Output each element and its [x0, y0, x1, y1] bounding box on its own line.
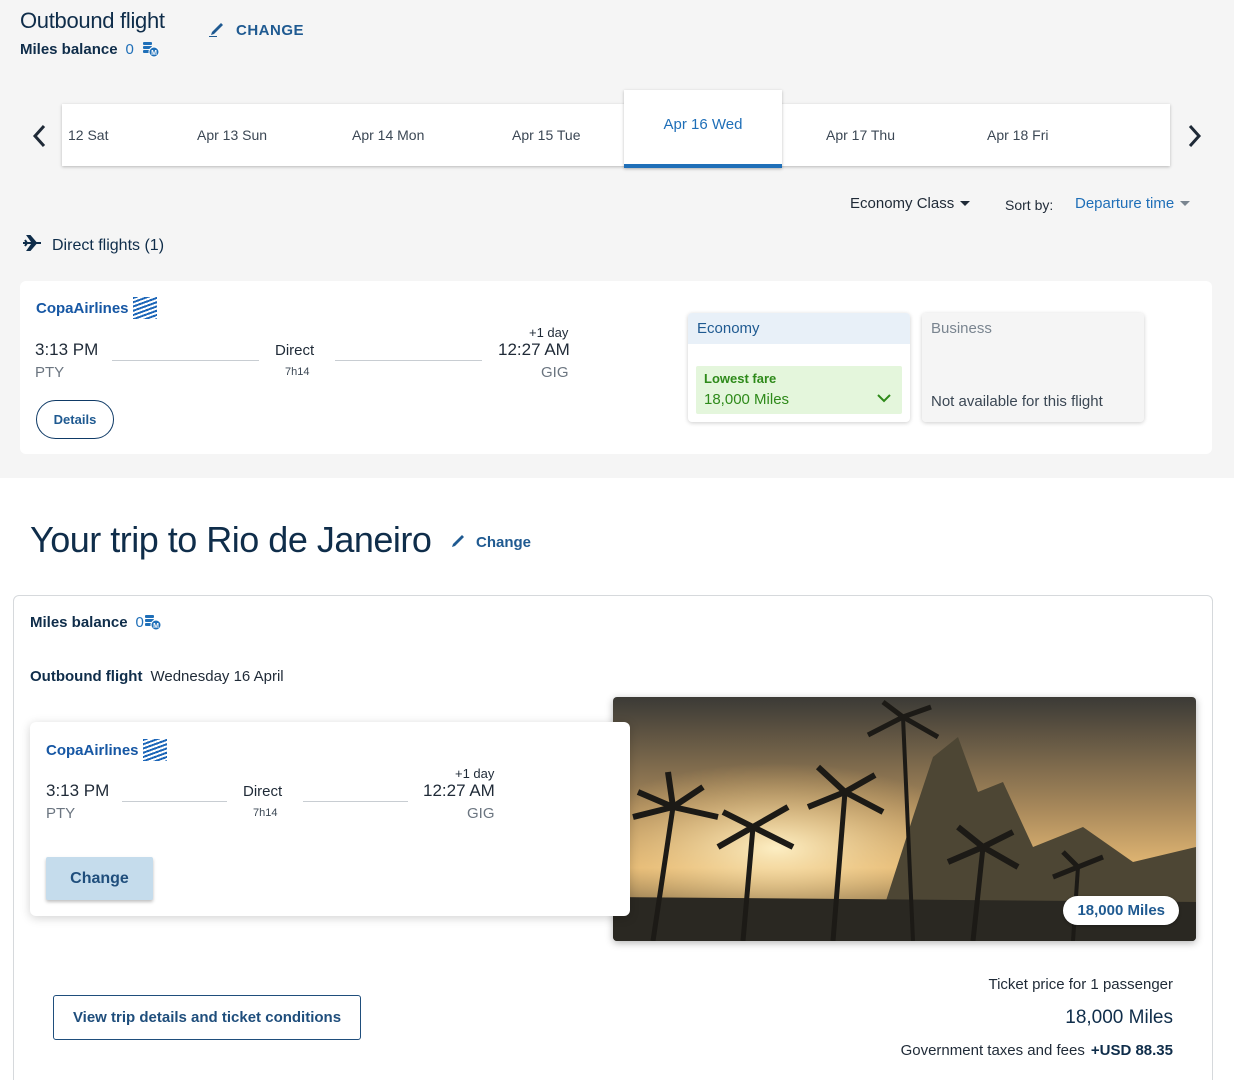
- cabin-class-dropdown[interactable]: Economy Class: [850, 195, 971, 212]
- sort-label: Sort by:: [1005, 197, 1054, 213]
- airplane-icon: [22, 234, 42, 257]
- direct-flights-heading: Direct flights (1): [22, 234, 164, 257]
- miles-balance-label: Miles balance: [20, 40, 118, 58]
- cabin-class-value: Economy Class: [850, 195, 955, 212]
- duration-label: 7h14: [285, 366, 310, 378]
- pencil-icon: [208, 19, 228, 41]
- ticket-price-label: Ticket price for 1 passenger: [988, 976, 1173, 993]
- lowest-fare-badge: Lowest fare: [704, 371, 777, 386]
- depart-time: 3:13 PM: [35, 340, 99, 359]
- route-line: [303, 801, 408, 802]
- trip-outbound-line: Outbound flight Wednesday 16 April: [30, 668, 284, 685]
- stops-label: Direct: [275, 342, 315, 359]
- miles-balance-value: 0: [125, 40, 134, 58]
- direct-flights-label: Direct flights (1): [52, 236, 165, 254]
- date-tab[interactable]: Apr 17 Thu: [826, 104, 895, 166]
- sort-value: Departure time: [1075, 195, 1175, 212]
- depart-time: 3:13 PM: [46, 781, 110, 800]
- svg-text:M: M: [153, 623, 159, 630]
- miles-balance: Miles balance 0 M: [20, 40, 160, 58]
- route-line: [122, 801, 227, 802]
- sort-dropdown[interactable]: Departure time: [1075, 195, 1191, 212]
- route-line: [112, 360, 259, 361]
- view-trip-details-button[interactable]: View trip details and ticket conditions: [53, 995, 361, 1040]
- date-tab[interactable]: Apr 13 Sun: [197, 104, 267, 166]
- arrive-code: GIG: [541, 364, 569, 381]
- photo-price-badge: 18,000 Miles: [1063, 896, 1179, 925]
- day-offset: +1 day: [455, 766, 495, 781]
- lowest-fare-panel: Lowest fare 18,000 Miles: [696, 366, 902, 414]
- business-fare-body: Not available for this flight: [922, 344, 1144, 422]
- date-tab-selected-label: Apr 16 Wed: [663, 116, 743, 133]
- date-tab[interactable]: Apr 14 Mon: [352, 104, 424, 166]
- date-tab-selected[interactable]: Apr 16 Wed: [624, 90, 782, 168]
- trip-title: Your trip to Rio de Janeiro: [30, 519, 432, 560]
- day-offset: +1 day: [529, 325, 569, 340]
- trip-miles-balance: Miles balance 0 M: [30, 613, 162, 631]
- copa-logo-mark: [142, 739, 167, 761]
- taxes-label: Government taxes and fees: [900, 1042, 1085, 1059]
- caret-down-icon: [960, 201, 971, 206]
- chevron-down-icon[interactable]: [876, 391, 892, 410]
- caret-down-icon: [1180, 201, 1191, 206]
- trip-outbound-date: Wednesday 16 April: [150, 668, 284, 685]
- date-tab[interactable]: Apr 18 Fri: [987, 104, 1048, 166]
- economy-label: Economy: [697, 320, 760, 337]
- miles-coin-icon: M: [142, 40, 160, 58]
- chevron-right-icon[interactable]: [1182, 122, 1206, 150]
- outbound-title: Outbound flight: [20, 8, 165, 33]
- arrive-time: 12:27 AM: [498, 340, 570, 359]
- ticket-price-value: 18,000 Miles: [1065, 1007, 1173, 1028]
- svg-text:M: M: [151, 50, 157, 57]
- trip-miles-amount: 0 M: [136, 613, 162, 631]
- change-trip-link[interactable]: Change: [450, 531, 531, 553]
- chevron-left-icon[interactable]: [28, 122, 52, 150]
- business-fare-header: Business: [922, 313, 1144, 344]
- route-line: [335, 360, 482, 361]
- miles-coin-icon: M: [144, 613, 162, 631]
- airline-name: CopaAirlines: [46, 741, 139, 759]
- taxes-value: +USD 88.35: [1090, 1042, 1173, 1059]
- duration-label: 7h14: [253, 807, 278, 819]
- details-button[interactable]: Details: [36, 400, 114, 439]
- airline-name: CopaAirlines: [36, 299, 129, 317]
- economy-fare-header: Economy: [688, 313, 910, 344]
- arrive-code: GIG: [467, 805, 495, 822]
- taxes-line: Government taxes and fees +USD 88.35: [901, 1042, 1173, 1059]
- change-label: CHANGE: [236, 21, 305, 39]
- change-search-link[interactable]: CHANGE: [208, 19, 304, 41]
- economy-price: 18,000 Miles: [704, 391, 790, 408]
- copa-logo-mark: [132, 297, 157, 319]
- arrive-time: 12:27 AM: [423, 781, 495, 800]
- rio-destination-photo: 18,000 Miles: [613, 697, 1196, 941]
- business-fare-option: Business Not available for this flight: [922, 313, 1144, 422]
- business-unavailable: Not available for this flight: [931, 393, 1103, 410]
- stops-label: Direct: [243, 783, 283, 800]
- business-label: Business: [931, 320, 992, 337]
- date-tab[interactable]: Apr 15 Tue: [512, 104, 581, 166]
- trip-miles-value: 0: [135, 613, 144, 631]
- depart-code: PTY: [46, 805, 76, 822]
- trip-miles-label: Miles balance: [30, 613, 128, 631]
- pencil-icon: [450, 531, 468, 553]
- copa-airlines-logo: CopaAirlines: [46, 739, 167, 761]
- copa-airlines-logo: CopaAirlines: [36, 297, 157, 319]
- economy-fare-option[interactable]: Economy Lowest fare 18,000 Miles: [688, 313, 910, 422]
- trip-outbound-label: Outbound flight: [30, 668, 143, 685]
- depart-code: PTY: [35, 364, 65, 381]
- change-trip-label: Change: [476, 533, 532, 551]
- change-flight-button[interactable]: Change: [46, 857, 153, 900]
- date-tab[interactable]: 12 Sat: [68, 104, 108, 166]
